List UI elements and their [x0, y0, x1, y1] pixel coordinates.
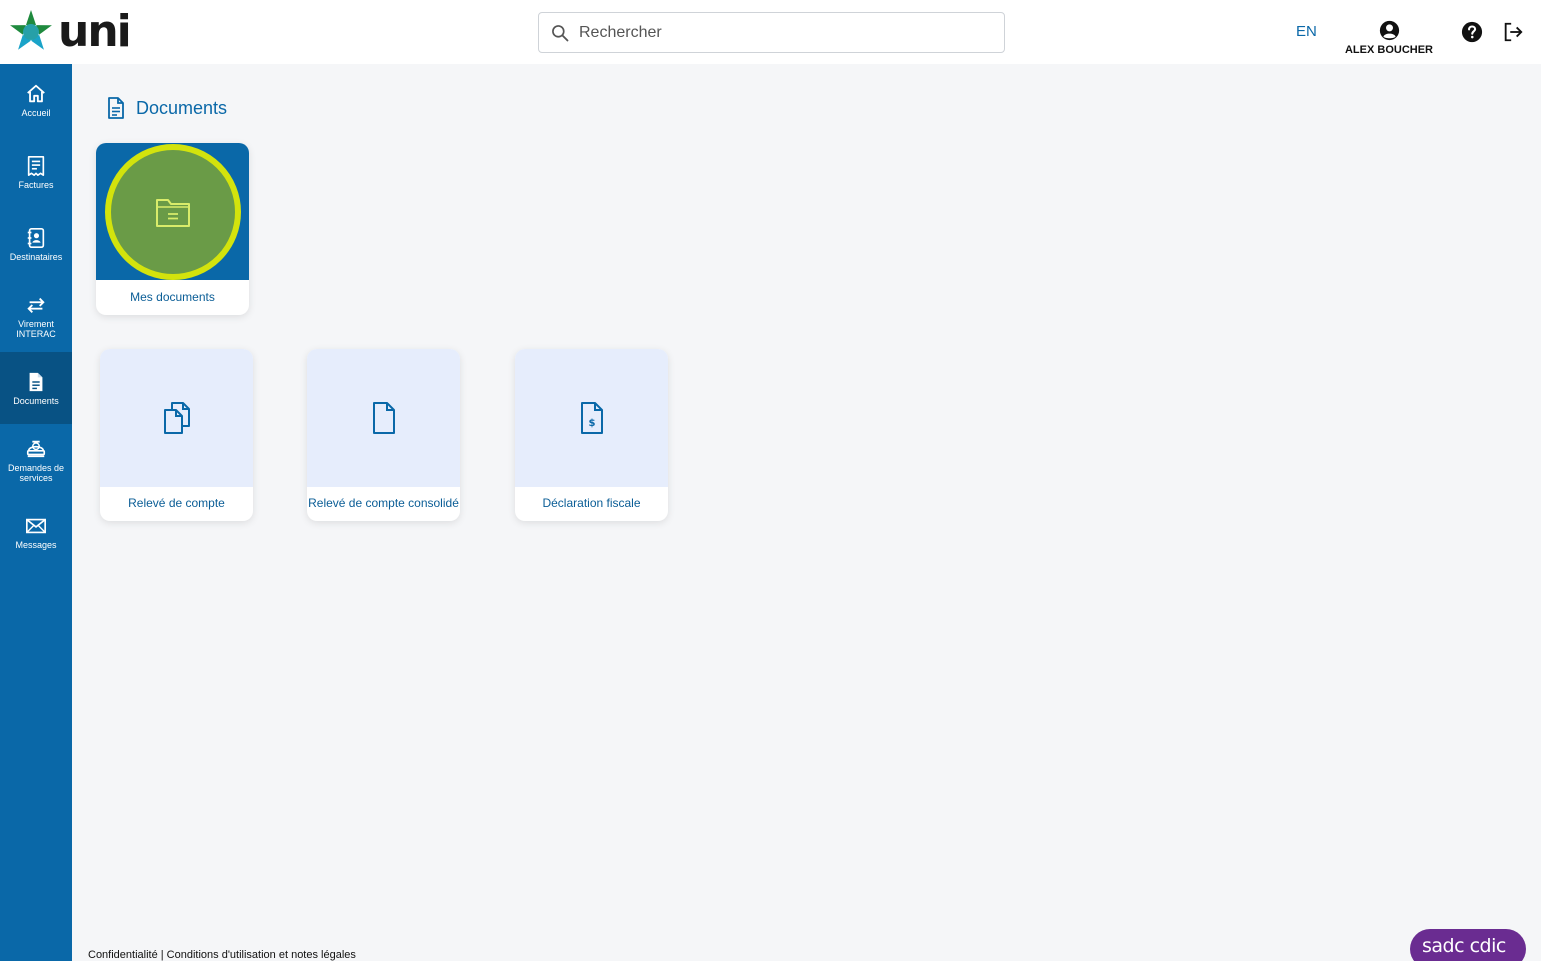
transfer-arrows-icon [27, 297, 45, 313]
card-icon-area [100, 349, 253, 487]
declaration-fiscale-card[interactable]: $ Déclaration fiscale [515, 349, 668, 521]
releve-de-compte-consolide-card[interactable]: Relevé de compte consolidé [307, 349, 460, 521]
sidebar-item-virement-interac[interactable]: Virement INTERAC [0, 280, 72, 352]
mes-documents-card[interactable]: Mes documents [96, 143, 249, 315]
card-label: Relevé de compte consolidé [308, 496, 459, 510]
sidebar-item-messages[interactable]: Messages [0, 496, 72, 568]
envelope-icon [26, 518, 46, 533]
document-icon [108, 97, 124, 119]
sidebar-item-label: Messages [15, 539, 57, 550]
multiple-files-icon [163, 402, 190, 434]
page-title: Documents [136, 97, 228, 118]
document-icon [29, 372, 43, 391]
uni-logo[interactable]: uni [8, 6, 132, 57]
footer-legal-links[interactable]: Confidentialité | Conditions d'utilisati… [88, 949, 356, 961]
sidebar-item-label: Accueil [21, 107, 51, 118]
user-profile-button[interactable]: ALEX BOUCHER [1340, 20, 1438, 56]
card-label: Mes documents [130, 290, 215, 304]
page-heading: Documents [106, 97, 227, 119]
sidebar-item-label: Virement INTERAC [16, 318, 56, 339]
folder-icon [155, 198, 190, 227]
releve-de-compte-card[interactable]: Relevé de compte [100, 349, 253, 521]
sidebar-item-label: Demandes de services [7, 462, 65, 483]
card-icon-area: $ [515, 349, 668, 487]
sidebar-item-label: Documents [13, 395, 59, 406]
search-bar[interactable] [538, 12, 1005, 53]
card-icon-area [307, 349, 460, 487]
cdic-badge[interactable]: sadc cdic [1410, 929, 1526, 961]
card-label: Déclaration fiscale [542, 496, 641, 510]
help-icon[interactable] [1461, 21, 1483, 43]
sidebar-item-label: Destinataires [9, 251, 63, 262]
uni-star-logo-icon [10, 10, 52, 50]
top-header: uni EN ALEX BOUCHER [0, 0, 1541, 64]
sidebar-item-demandes-de-services[interactable]: Demandes de services [0, 424, 72, 496]
receipt-icon [27, 155, 45, 176]
click-highlight-ring [104, 143, 241, 280]
sidebar-item-factures[interactable]: Factures [0, 136, 72, 208]
home-icon [27, 84, 45, 102]
sidebar-item-destinataires[interactable]: Destinataires [0, 208, 72, 280]
sidebar-item-documents[interactable]: Documents [0, 352, 72, 424]
search-input[interactable] [579, 23, 979, 42]
user-name: ALEX BOUCHER [1344, 44, 1433, 56]
logo-wordmark: uni [58, 6, 132, 57]
search-icon [552, 24, 569, 41]
sidebar-nav: Accueil Factures Destinataires Virement [0, 64, 72, 961]
sidebar-item-label: Factures [18, 179, 54, 190]
service-request-icon [26, 440, 46, 457]
card-icon-area [96, 143, 249, 280]
logout-icon[interactable] [1502, 21, 1524, 43]
user-avatar-icon [1379, 20, 1399, 41]
contacts-icon [27, 227, 45, 248]
sidebar-item-accueil[interactable]: Accueil [0, 64, 72, 136]
card-label: Relevé de compte [128, 496, 225, 510]
file-icon [372, 402, 395, 434]
language-toggle[interactable]: EN [1296, 23, 1317, 40]
svg-text:$: $ [588, 418, 595, 429]
tax-document-icon: $ [580, 402, 603, 434]
